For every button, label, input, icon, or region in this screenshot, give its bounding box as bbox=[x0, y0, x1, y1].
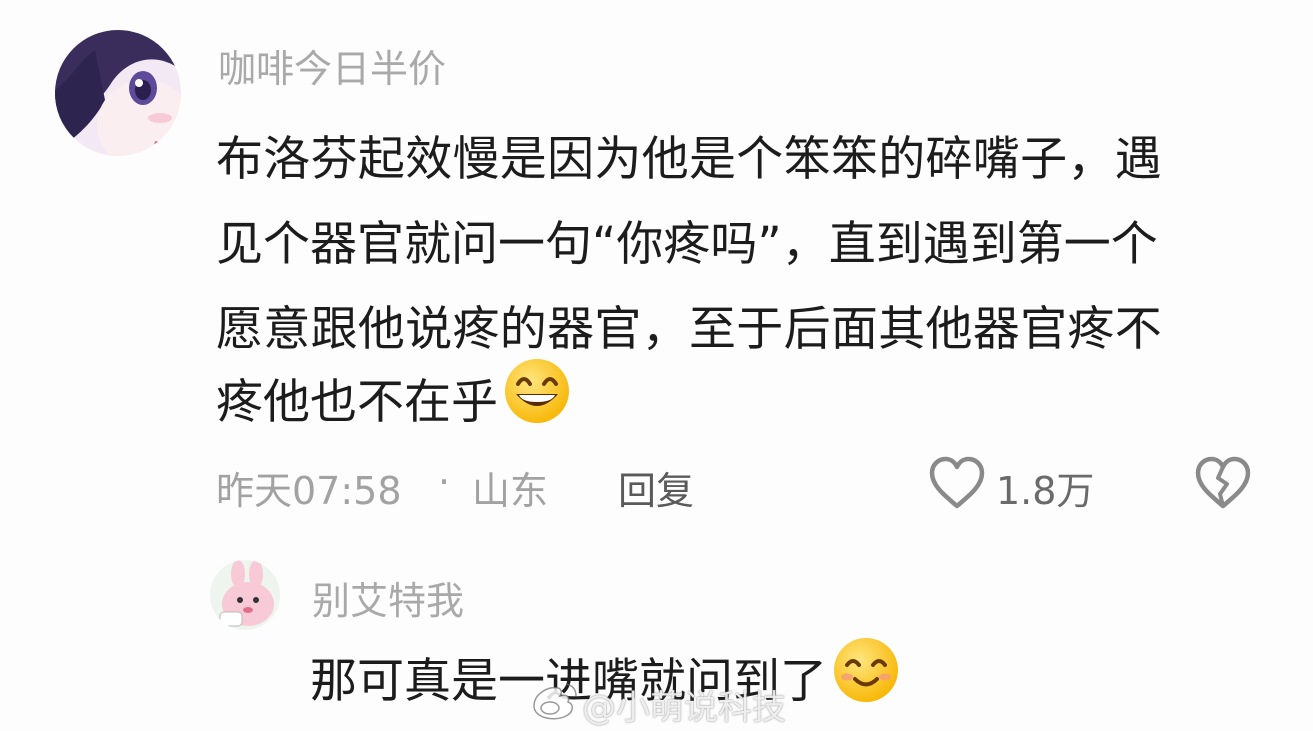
commenter-username[interactable]: 咖啡今日半价 bbox=[218, 38, 446, 93]
comment-text-line-2: 见个器官就问一句“你疼吗”，直到遇到第一个 bbox=[216, 217, 1158, 272]
like-count: 1.8万 bbox=[996, 469, 1095, 513]
comment-text-line-3: 愿意跟他说疼的器官，至于后面其他器官疼不 bbox=[216, 302, 1162, 357]
reply-button[interactable]: 回复 bbox=[618, 460, 694, 515]
grinning-face-emoji bbox=[502, 356, 572, 438]
comment-thread: 咖啡今日半价 布洛芬起效慢是因为他是个笨笨的碎嘴子，遇 见个器官就问一句“你疼吗… bbox=[0, 0, 1313, 731]
watermark-text: @小萌说科技 bbox=[582, 688, 786, 728]
comment-timestamp: 昨天07:58 bbox=[216, 469, 402, 513]
weibo-logo-icon bbox=[528, 680, 580, 720]
replier-username[interactable]: 别艾特我 bbox=[312, 570, 464, 625]
comment-text-line-4: 疼他也不在乎 bbox=[216, 359, 572, 432]
comment-text-line-1: 布洛芬起效慢是因为他是个笨笨的碎嘴子，遇 bbox=[216, 132, 1162, 187]
comment-location: 山东 bbox=[472, 469, 549, 513]
comment-text-line-4-text: 疼他也不在乎 bbox=[216, 374, 498, 430]
smiling-face-emoji bbox=[831, 635, 901, 717]
meta-separator: · bbox=[438, 460, 451, 504]
replier-avatar[interactable] bbox=[210, 560, 280, 630]
broken-heart-icon[interactable] bbox=[1194, 456, 1252, 510]
heart-outline-icon[interactable] bbox=[928, 456, 986, 510]
commenter-avatar[interactable] bbox=[55, 30, 181, 156]
